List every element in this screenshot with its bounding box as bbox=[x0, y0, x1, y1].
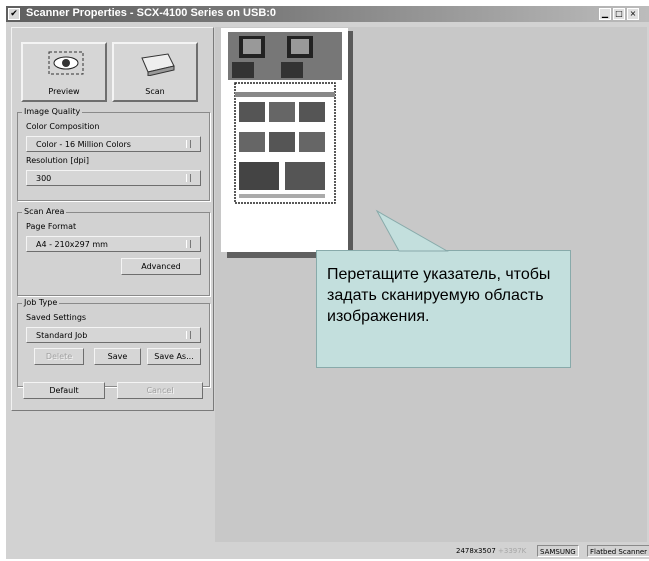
scan-button[interactable]: Scan bbox=[112, 42, 198, 102]
preview-label: Preview bbox=[48, 87, 80, 96]
window-menu-icon[interactable]: ✔ bbox=[8, 8, 20, 20]
color-composition-select[interactable]: Color - 16 Million Colors bbox=[26, 136, 201, 152]
status-bar: 2478x3507 +3397K SAMSUNG Flatbed Scanner bbox=[6, 544, 649, 559]
color-composition-label: Color Composition bbox=[26, 122, 100, 131]
scan-area-title: Scan Area bbox=[22, 207, 67, 216]
scanner-icon bbox=[138, 52, 178, 78]
page-thumbnail-graphic bbox=[227, 30, 343, 206]
status-device: Flatbed Scanner bbox=[587, 545, 649, 557]
scanned-page-preview[interactable] bbox=[221, 28, 348, 252]
preview-button[interactable]: Preview bbox=[21, 42, 107, 102]
page-format-label: Page Format bbox=[26, 222, 77, 231]
title-bar[interactable]: ✔ Scanner Properties - SCX-4100 Series o… bbox=[6, 6, 649, 22]
delete-button[interactable]: Delete bbox=[34, 348, 84, 365]
advanced-button[interactable]: Advanced bbox=[121, 258, 201, 275]
status-size: +3397K bbox=[498, 547, 527, 555]
preview-eye-icon bbox=[47, 50, 85, 78]
image-quality-group: Image Quality Color Composition Color - … bbox=[17, 107, 210, 201]
status-vendor: SAMSUNG bbox=[537, 545, 579, 557]
page-format-select[interactable]: A4 - 210x297 mm bbox=[26, 236, 201, 252]
maximize-icon[interactable]: □ bbox=[613, 8, 625, 20]
resolution-value: 300 bbox=[36, 174, 52, 183]
saved-settings-select[interactable]: Standard Job bbox=[26, 327, 201, 343]
job-type-group: Job Type Saved Settings Standard Job Del… bbox=[17, 298, 210, 387]
callout-hint: Перетащите указатель, чтобы задать скани… bbox=[316, 209, 571, 368]
callout-tail-icon bbox=[375, 209, 449, 252]
default-button[interactable]: Default bbox=[23, 382, 105, 399]
save-as-button[interactable]: Save As... bbox=[147, 348, 201, 365]
page-format-value: A4 - 210x297 mm bbox=[36, 240, 108, 249]
scan-area-group: Scan Area Page Format A4 - 210x297 mm Ad… bbox=[17, 207, 210, 296]
page-edge bbox=[348, 31, 353, 257]
resolution-label: Resolution [dpi] bbox=[26, 156, 89, 165]
saved-settings-label: Saved Settings bbox=[26, 313, 87, 322]
scanner-properties-window: ✔ Scanner Properties - SCX-4100 Series o… bbox=[6, 6, 649, 559]
window-title: Scanner Properties - SCX-4100 Series on … bbox=[26, 7, 277, 19]
color-composition-value: Color - 16 Million Colors bbox=[36, 140, 131, 149]
job-type-title: Job Type bbox=[22, 298, 60, 307]
saved-settings-value: Standard Job bbox=[36, 331, 88, 340]
cancel-button[interactable]: Cancel bbox=[117, 382, 203, 399]
close-icon[interactable]: × bbox=[627, 8, 639, 20]
resolution-select[interactable]: 300 bbox=[26, 170, 201, 186]
settings-panel: Preview Scan Image Quality Color Composi… bbox=[11, 27, 214, 411]
scan-label: Scan bbox=[145, 87, 165, 96]
dropdown-icon bbox=[186, 240, 191, 248]
dropdown-icon bbox=[186, 331, 191, 339]
callout-text: Перетащите указатель, чтобы задать скани… bbox=[327, 266, 551, 325]
dropdown-icon bbox=[186, 140, 191, 148]
minimize-icon[interactable]: ▁ bbox=[599, 8, 611, 20]
dropdown-icon bbox=[186, 174, 191, 182]
status-dimensions: 2478x3507 bbox=[456, 547, 496, 555]
save-button[interactable]: Save bbox=[94, 348, 141, 365]
image-quality-title: Image Quality bbox=[22, 107, 83, 116]
